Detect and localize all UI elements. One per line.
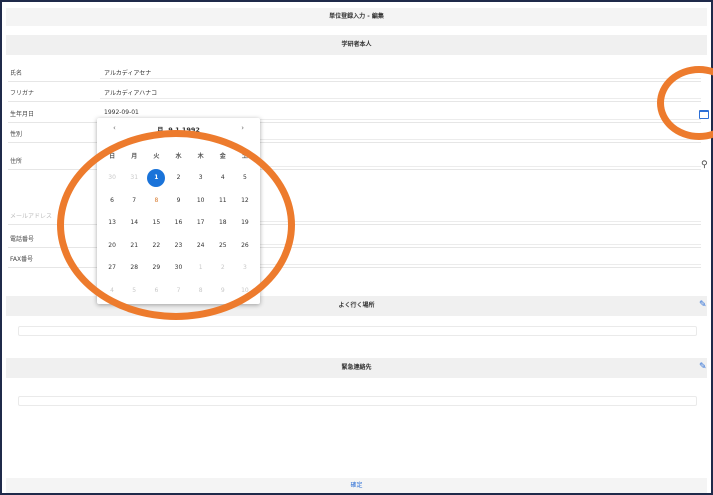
page-title: 単位登録入力 - 編集 <box>6 8 707 26</box>
calendar-day[interactable]: 26 <box>234 234 256 257</box>
name-label: 氏名 <box>10 70 23 77</box>
calendar-grid: 日月火水木金土 30 31 1 2 3 4 5 6 7 8 9 10 11 12 13 14 15 16 17 18 19… <box>101 144 256 302</box>
contacts-field[interactable] <box>18 396 697 406</box>
section-applicant-header: 学研者本人 <box>6 35 707 55</box>
row-kana: フリガナ アルカディアハナコ <box>8 82 701 102</box>
section-contacts-header: 緊急連絡先 <box>6 358 707 378</box>
calendar-day[interactable]: 3 <box>234 257 256 280</box>
weekday-header: 土 <box>241 152 248 160</box>
calendar-day[interactable]: 18 <box>212 212 234 235</box>
calendar-day[interactable]: 23 <box>167 234 189 257</box>
calendar-day[interactable]: 20 <box>101 234 123 257</box>
calendar-month-header[interactable]: 月, 9 1 1992 <box>97 124 260 138</box>
places-field[interactable] <box>18 326 697 336</box>
calendar-day[interactable]: 5 <box>234 167 256 190</box>
calendar-day[interactable]: 10 <box>190 189 212 212</box>
kana-label: フリガナ <box>10 90 35 97</box>
calendar-day[interactable]: 28 <box>123 257 145 280</box>
weekday-header: 日 <box>109 152 116 160</box>
calendar-day[interactable]: 3 <box>190 167 212 190</box>
calendar-day[interactable]: 14 <box>123 212 145 235</box>
weekday-header: 木 <box>197 152 204 160</box>
calendar-day[interactable]: 19 <box>234 212 256 235</box>
calendar-day[interactable]: 1 <box>190 257 212 280</box>
gender-label: 性別 <box>10 131 23 138</box>
calendar-icon[interactable] <box>699 110 709 119</box>
weekday-header: 水 <box>175 152 182 160</box>
calendar-day[interactable]: 8 <box>145 189 167 212</box>
calendar-day[interactable]: 21 <box>123 234 145 257</box>
birthday-label: 生年月日 <box>10 111 35 118</box>
weekday-header: 金 <box>219 152 226 160</box>
calendar-day[interactable]: 25 <box>212 234 234 257</box>
row-name: 氏名 アルカディアセナ <box>8 62 701 82</box>
weekday-header: 火 <box>153 152 160 160</box>
fax-label: FAX番号 <box>10 256 34 263</box>
calendar-day[interactable]: 9 <box>212 279 234 302</box>
calendar-day[interactable]: 2 <box>212 257 234 280</box>
calendar-day[interactable]: 6 <box>101 189 123 212</box>
calendar-day[interactable]: 2 <box>167 167 189 190</box>
calendar-day[interactable]: 10 <box>234 279 256 302</box>
map-pin-icon[interactable]: ⚲ <box>701 160 708 170</box>
kana-field-underline <box>100 98 701 99</box>
calendar-day[interactable]: 6 <box>145 279 167 302</box>
date-picker-popup[interactable]: ‹ 月, 9 1 1992 › 日月火水木金土 30 31 1 2 3 4 5 6 7 8 9 10 11… <box>97 118 260 304</box>
calendar-day[interactable]: 5 <box>123 279 145 302</box>
calendar-day[interactable]: 15 <box>145 212 167 235</box>
calendar-day[interactable]: 22 <box>145 234 167 257</box>
email-label: メールアドレス <box>10 213 53 220</box>
calendar-day[interactable]: 8 <box>190 279 212 302</box>
calendar-day[interactable]: 27 <box>101 257 123 280</box>
weekday-header: 月 <box>131 152 138 160</box>
calendar-day[interactable]: 31 <box>123 167 145 190</box>
calendar-day[interactable]: 4 <box>212 167 234 190</box>
confirm-button[interactable]: 確定 <box>6 478 707 493</box>
calendar-day[interactable]: 16 <box>167 212 189 235</box>
calendar-day-selected[interactable]: 1 <box>145 167 167 190</box>
birthday-field[interactable]: 1992-09-01 <box>104 109 139 116</box>
calendar-day[interactable]: 29 <box>145 257 167 280</box>
address-label: 住所 <box>10 158 23 165</box>
pencil-icon[interactable]: ✎ <box>699 362 707 372</box>
calendar-day[interactable]: 7 <box>167 279 189 302</box>
name-field[interactable]: アルカディアセナ <box>104 68 151 77</box>
calendar-day[interactable]: 4 <box>101 279 123 302</box>
calendar-day[interactable]: 9 <box>167 189 189 212</box>
calendar-day[interactable]: 13 <box>101 212 123 235</box>
calendar-day[interactable]: 7 <box>123 189 145 212</box>
next-month-button[interactable]: › <box>241 124 244 132</box>
calendar-day[interactable]: 11 <box>212 189 234 212</box>
pencil-icon[interactable]: ✎ <box>699 300 707 310</box>
calendar-day[interactable]: 17 <box>190 212 212 235</box>
calendar-day[interactable]: 24 <box>190 234 212 257</box>
calendar-day[interactable]: 30 <box>101 167 123 190</box>
kana-field[interactable]: アルカディアハナコ <box>104 88 157 97</box>
phone-label: 電話番号 <box>10 236 35 243</box>
calendar-day[interactable]: 30 <box>167 257 189 280</box>
name-field-underline <box>100 78 701 79</box>
calendar-day[interactable]: 12 <box>234 189 256 212</box>
